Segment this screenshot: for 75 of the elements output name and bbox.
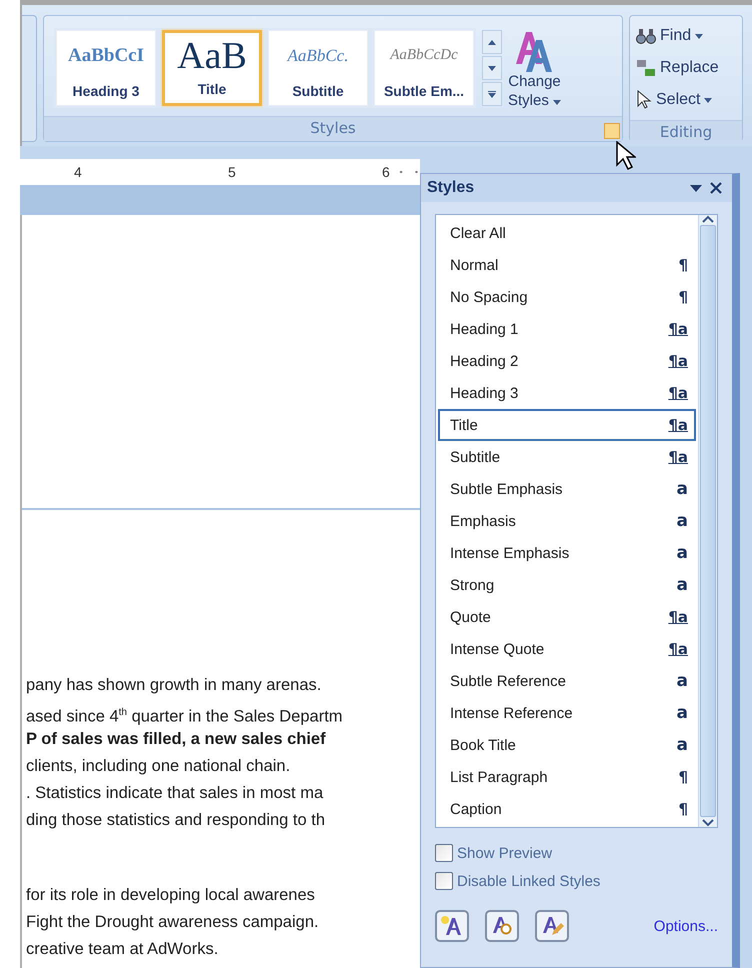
style-preview: AaBbCc. (288, 46, 348, 66)
style-list-item[interactable]: Intense Emphasis a (438, 537, 696, 569)
style-preview: AaB (177, 37, 247, 75)
style-list-item[interactable]: Intense Quote ¶a (438, 633, 696, 665)
caret-icon (553, 100, 562, 105)
dropdown-icon (690, 184, 702, 192)
style-preview: AaBbCcDc (390, 47, 458, 64)
document-text-line: pany has shown growth in many arenas. (26, 675, 322, 696)
scrollbar[interactable] (698, 215, 717, 827)
document-text-line: ased since 4$^{th}$ quarter in the Sales Departm (26, 706, 344, 726)
scroll-down-icon[interactable] (702, 819, 714, 827)
editing-button[interactable]: Replace (636, 54, 736, 82)
letter-a-star-icon (440, 915, 464, 937)
arrow-pointer-icon (636, 90, 652, 110)
scroll-up-icon[interactable] (702, 215, 714, 223)
up-arrow-icon (488, 40, 496, 44)
options-link[interactable]: Options... (654, 918, 718, 934)
style-list-item[interactable]: Strong a (438, 569, 696, 601)
style-name: Subtitle (292, 83, 344, 99)
style-list-item[interactable]: Emphasis a (438, 505, 696, 537)
style-gallery-item[interactable]: AaBbCc. Subtitle (268, 30, 368, 106)
style-name: Heading 3 (72, 83, 140, 99)
document-text-line: Fight the Drought awareness campaign. (26, 912, 320, 933)
option-checkbox[interactable]: Disable Linked Styles (435, 872, 718, 890)
binoculars-icon (636, 27, 656, 45)
new-style-button[interactable] (435, 910, 469, 942)
change-styles-button[interactable]: Change Styles (508, 28, 562, 110)
ruler-number: 6 (380, 164, 392, 180)
mouse-pointer-icon (616, 141, 636, 171)
letter-a-magnifier-icon (490, 915, 514, 937)
style-list-item[interactable]: Quote ¶a (438, 601, 696, 633)
style-list-item[interactable]: Subtle Reference a (438, 665, 696, 697)
document-text-line: P of sales was filled, a new sales chief (26, 729, 327, 750)
gallery-down-button[interactable] (482, 56, 502, 80)
option-checkbox[interactable]: Show Preview (435, 844, 718, 862)
style-list-item[interactable]: Caption ¶ (438, 793, 696, 825)
style-list-item[interactable]: No Spacing ¶ (438, 281, 696, 313)
manage-styles-button[interactable] (535, 910, 569, 942)
style-list-item[interactable]: Clear All (438, 217, 696, 249)
gallery-more-button[interactable] (482, 82, 502, 106)
pane-title: Styles (427, 179, 476, 197)
style-list-item[interactable]: List Paragraph ¶ (438, 761, 696, 793)
document-text-line: . Statistics indicate that sales in most ma (26, 783, 324, 804)
style-list-item[interactable]: Heading 1 ¶a (438, 313, 696, 345)
style-list-item[interactable]: Intense Reference a (438, 697, 696, 729)
style-inspector-button[interactable] (485, 910, 519, 942)
document-text-line: for its role in developing local awarenes (26, 885, 316, 906)
style-list-item[interactable]: Normal ¶ (438, 249, 696, 281)
gallery-up-button[interactable] (482, 30, 502, 54)
document-text-line: clients, including one national chain. (26, 756, 292, 777)
style-list-item[interactable]: Subtle Emphasis a (438, 473, 696, 505)
style-name: Subtle Em... (384, 83, 464, 99)
ruler-number: 4 (72, 164, 84, 180)
document-text-line: ding those statistics and responding to th (26, 810, 326, 831)
close-icon (710, 182, 722, 194)
style-gallery-item[interactable]: AaBbCcI Heading 3 (56, 30, 156, 106)
down-arrow-icon (488, 66, 496, 70)
ruler-number: 5 (226, 164, 238, 180)
style-list-item[interactable]: Heading 3 ¶a (438, 377, 696, 409)
style-list-item[interactable]: Book Title a (438, 729, 696, 761)
group-label: Editing (630, 120, 742, 143)
style-list-item[interactable]: Subtitle ¶a (438, 441, 696, 473)
more-icon (488, 90, 496, 98)
style-gallery-item[interactable]: AaBbCcDc Subtle Em... (374, 30, 474, 106)
editing-button[interactable]: Find (636, 22, 736, 50)
style-name: Title (198, 81, 226, 97)
style-preview: AaBbCcI (68, 45, 144, 67)
letter-a-pencil-icon (540, 915, 564, 937)
editing-button[interactable]: Select (636, 86, 736, 114)
style-list-item[interactable]: Heading 2 ¶a (438, 345, 696, 377)
replace-icon (636, 58, 656, 78)
style-list-item[interactable]: Title ¶a (438, 409, 696, 441)
style-gallery-item[interactable]: AaB Title (162, 30, 262, 106)
document-text-line: creative team at AdWorks. (26, 939, 220, 960)
group-label: Styles (44, 116, 622, 141)
